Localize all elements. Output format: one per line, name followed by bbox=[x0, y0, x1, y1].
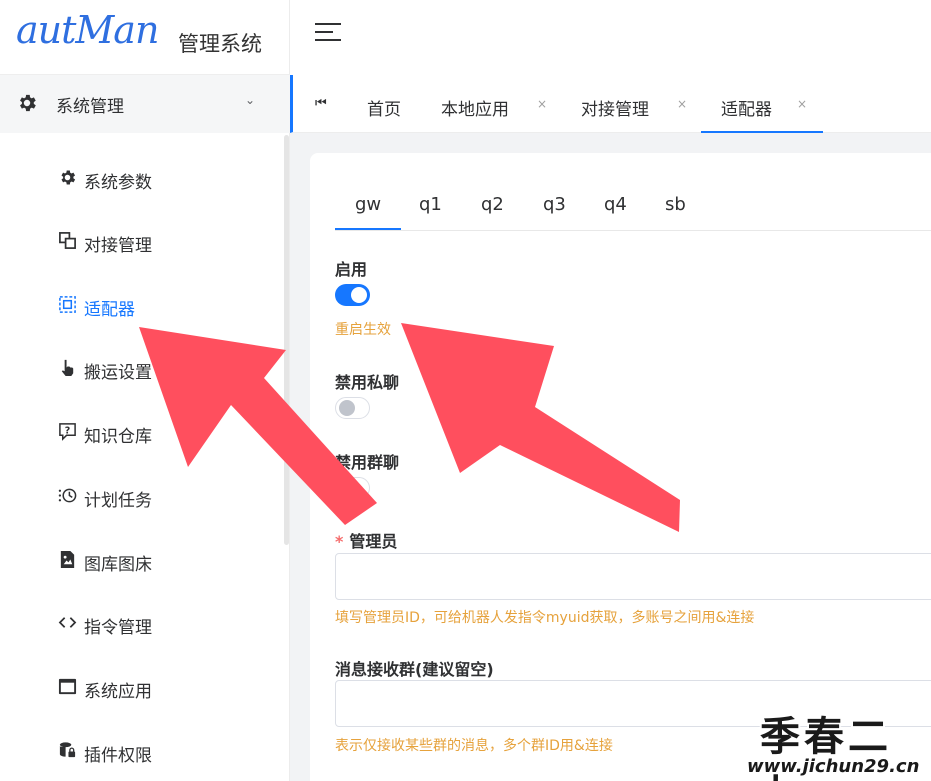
question-chat-icon: ? bbox=[56, 420, 78, 442]
admin-label-text: 管理员 bbox=[349, 532, 398, 551]
subtab-sb[interactable]: sb bbox=[665, 194, 686, 215]
sidebar-item-adapter[interactable]: 适配器 bbox=[56, 285, 286, 325]
sidebar-item-label: 图库图床 bbox=[84, 555, 152, 575]
tab-label: 首页 bbox=[367, 100, 401, 120]
tab-local-apps[interactable]: 本地应用 × bbox=[441, 75, 559, 133]
subtab-q2[interactable]: q2 bbox=[481, 194, 504, 215]
sidebar-item-knowledge-base[interactable]: ? 知识仓库 bbox=[56, 412, 286, 452]
copy-icon bbox=[56, 229, 78, 251]
tab-home[interactable]: 首页 bbox=[367, 75, 427, 133]
image-file-icon bbox=[56, 548, 78, 570]
close-icon[interactable]: × bbox=[797, 97, 807, 111]
disable-private-switch[interactable] bbox=[335, 397, 370, 419]
sidebar-item-connection-management[interactable]: 对接管理 bbox=[56, 221, 286, 261]
sidebar-item-transfer-settings[interactable]: 搬运设置 bbox=[56, 348, 286, 388]
adapter-subtabs: gw q1 q2 q3 q4 sb bbox=[335, 185, 931, 231]
disable-group-label: 禁用群聊 bbox=[335, 453, 400, 472]
gear-icon bbox=[20, 94, 36, 112]
tab-label: 本地应用 bbox=[441, 100, 509, 120]
disable-private-label: 禁用私聊 bbox=[335, 373, 400, 392]
enable-label: 启用 bbox=[335, 260, 368, 279]
sidebar-item-label: 计划任务 bbox=[84, 491, 152, 511]
chevron-down-icon: ⌄ bbox=[245, 93, 256, 107]
sidebar-item-label: 系统参数 bbox=[84, 173, 152, 193]
subtab-q4[interactable]: q4 bbox=[604, 194, 627, 215]
sidebar-group-label: 系统管理 bbox=[56, 97, 124, 117]
tab-connection-management[interactable]: 对接管理 × bbox=[581, 75, 699, 133]
code-icon bbox=[56, 611, 78, 633]
switch-knob bbox=[339, 400, 355, 416]
tab-label: 对接管理 bbox=[581, 100, 649, 120]
adapter-icon bbox=[56, 293, 78, 315]
sidebar-item-system-params[interactable]: 系统参数 bbox=[56, 158, 286, 198]
disable-group-switch[interactable] bbox=[335, 477, 370, 499]
sidebar-group-system-management[interactable]: 系统管理 ⌄ bbox=[0, 75, 290, 133]
subtab-q1[interactable]: q1 bbox=[419, 194, 442, 215]
sidebar-item-label: 系统应用 bbox=[84, 682, 152, 702]
msg-group-label: 消息接收群(建议留空) bbox=[335, 660, 494, 679]
sidebar-item-label: 插件权限 bbox=[84, 746, 152, 766]
sidebar-scrollbar[interactable] bbox=[284, 135, 289, 545]
gear-icon bbox=[56, 166, 78, 188]
required-mark: * bbox=[335, 532, 344, 551]
switch-knob bbox=[351, 287, 367, 303]
logo-script: autMan bbox=[16, 8, 159, 52]
close-icon[interactable]: × bbox=[677, 97, 687, 111]
window-icon bbox=[56, 675, 78, 697]
hand-pointer-icon bbox=[56, 356, 78, 378]
admin-hint: 填写管理员ID，可给机器人发指令myuid获取，多账号之间用&连接 bbox=[335, 610, 755, 626]
subtab-gw[interactable]: gw bbox=[355, 194, 381, 215]
database-lock-icon bbox=[56, 739, 78, 761]
sidebar-item-system-apps[interactable]: 系统应用 bbox=[56, 667, 286, 707]
enable-hint: 重启生效 bbox=[335, 322, 391, 338]
admin-label: * 管理员 bbox=[335, 528, 397, 552]
sidebar-item-label: 对接管理 bbox=[84, 236, 152, 256]
switch-knob bbox=[339, 480, 355, 496]
svg-text:?: ? bbox=[64, 425, 70, 436]
sidebar-item-plugin-permissions[interactable]: 插件权限 bbox=[56, 731, 286, 771]
sidebar-item-label: 指令管理 bbox=[84, 618, 152, 638]
tab-bar: ⏮ 首页 本地应用 × 对接管理 × 适配器 × bbox=[290, 75, 931, 133]
tab-label: 适配器 bbox=[721, 100, 772, 120]
logo-text: 管理系统 bbox=[178, 32, 262, 56]
sidebar-item-command-management[interactable]: 指令管理 bbox=[56, 603, 286, 643]
active-subtab-indicator bbox=[335, 228, 401, 230]
enable-switch[interactable] bbox=[335, 284, 370, 306]
close-icon[interactable]: × bbox=[537, 97, 547, 111]
admin-input[interactable] bbox=[335, 553, 931, 600]
skip-back-icon[interactable]: ⏮ bbox=[315, 96, 327, 111]
schedule-icon bbox=[56, 484, 78, 506]
msg-group-hint: 表示仅接收某些群的消息，多个群ID用&连接 bbox=[335, 738, 613, 754]
sidebar-item-label: 搬运设置 bbox=[84, 363, 152, 383]
app-logo[interactable]: autMan 管理系统 bbox=[0, 0, 290, 75]
watermark-url: www.jichun29.cn bbox=[747, 756, 920, 777]
tab-adapter[interactable]: 适配器 × bbox=[701, 75, 823, 133]
sidebar-item-image-hosting[interactable]: 图库图床 bbox=[56, 540, 286, 580]
subtab-q3[interactable]: q3 bbox=[543, 194, 566, 215]
hamburger-menu-icon[interactable] bbox=[315, 22, 341, 42]
sidebar: autMan 管理系统 系统管理 ⌄ 系统参数 对接管理 适配器 搬运设置 ? … bbox=[0, 0, 290, 781]
sidebar-item-label: 适配器 bbox=[84, 300, 135, 320]
sidebar-item-label: 知识仓库 bbox=[84, 427, 152, 447]
sidebar-item-scheduled-tasks[interactable]: 计划任务 bbox=[56, 476, 286, 516]
